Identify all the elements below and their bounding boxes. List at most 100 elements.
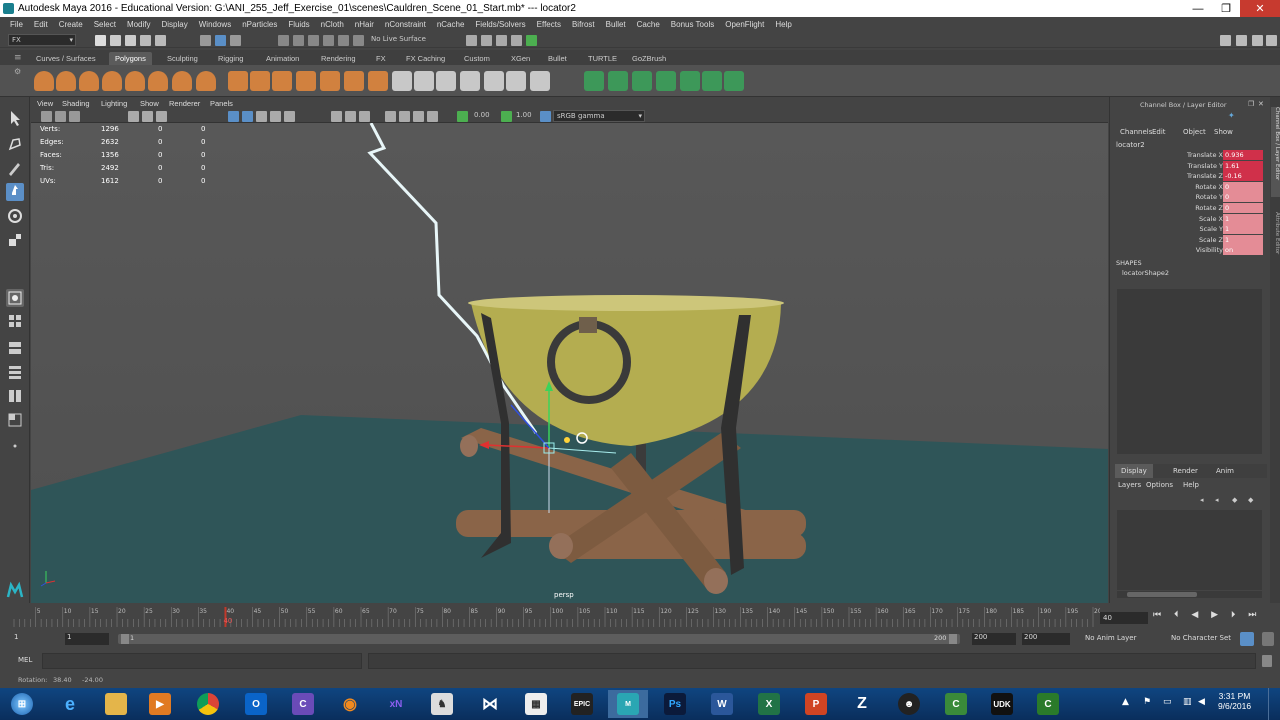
range-slider-end-handle[interactable] bbox=[949, 634, 957, 644]
channel-value-field[interactable]: 0 bbox=[1223, 203, 1263, 213]
tray-volume-icon[interactable]: ◀ bbox=[1198, 697, 1205, 707]
gamma-field[interactable]: 1.00 bbox=[513, 110, 537, 122]
viewport-menu-shading[interactable]: Shading bbox=[62, 99, 90, 108]
pipe-icon[interactable] bbox=[196, 71, 216, 91]
anti-aliasing-icon[interactable] bbox=[359, 111, 370, 122]
taskbar-outlook[interactable]: O bbox=[236, 690, 276, 718]
close-panel-icon[interactable]: ✕ bbox=[1258, 100, 1264, 108]
menu-openflight[interactable]: OpenFlight bbox=[725, 20, 764, 29]
select-camera-icon[interactable] bbox=[41, 111, 52, 122]
menu-nparticles[interactable]: nParticles bbox=[242, 20, 277, 29]
lasso-tool-icon[interactable] bbox=[6, 135, 24, 153]
taskbar-epic-games[interactable]: EPIC bbox=[562, 690, 602, 718]
extract-icon[interactable] bbox=[272, 71, 292, 91]
start-time-field[interactable]: 1 bbox=[14, 633, 18, 641]
viewport-menu-panels[interactable]: Panels bbox=[210, 99, 233, 108]
layer-move-up-icon[interactable]: ◂ bbox=[1200, 496, 1204, 504]
workspace-icon[interactable] bbox=[1220, 35, 1231, 46]
unfold-icon[interactable] bbox=[702, 71, 722, 91]
taskbar-visual-studio-code[interactable]: C bbox=[283, 690, 323, 718]
channel-box-menu-channels[interactable]: Channels bbox=[1120, 128, 1152, 136]
exposure-icon[interactable] bbox=[457, 111, 468, 122]
playback-end-field[interactable]: 200 bbox=[972, 633, 1016, 645]
taskbar-photoshop[interactable]: Ps bbox=[655, 690, 695, 718]
shelf-tab-custom[interactable]: Custom bbox=[458, 52, 496, 65]
torus-icon[interactable] bbox=[125, 71, 145, 91]
boolean-icon[interactable] bbox=[296, 71, 316, 91]
shelf-tab-rendering[interactable]: Rendering bbox=[315, 52, 362, 65]
reduce-icon[interactable] bbox=[344, 71, 364, 91]
menu-windows[interactable]: Windows bbox=[199, 20, 231, 29]
layer-tab-display[interactable]: Display bbox=[1115, 464, 1153, 478]
anim-prefs-icon[interactable] bbox=[1262, 632, 1274, 646]
menu-effects[interactable]: Effects bbox=[537, 20, 561, 29]
channel-box-menu-show[interactable]: Show bbox=[1214, 128, 1233, 136]
append-icon[interactable] bbox=[484, 71, 504, 91]
shelf-tab-fx-caching[interactable]: FX Caching bbox=[400, 52, 451, 65]
save-scene-icon[interactable] bbox=[125, 35, 136, 46]
shelf-tab-sculpting[interactable]: Sculpting bbox=[161, 52, 204, 65]
select-object-icon[interactable] bbox=[215, 35, 226, 46]
menu-bonus-tools[interactable]: Bonus Tools bbox=[671, 20, 714, 29]
layer-menu-options[interactable]: Options bbox=[1146, 481, 1173, 489]
minimize-button[interactable]: — bbox=[1184, 0, 1212, 17]
gamma-icon[interactable] bbox=[501, 111, 512, 122]
auto-key-icon[interactable] bbox=[1240, 632, 1254, 646]
snap-view-icon[interactable] bbox=[323, 35, 334, 46]
shelf-gear-icon[interactable]: ⚙ bbox=[14, 67, 21, 76]
shelf-tab-bullet[interactable]: Bullet bbox=[542, 52, 573, 65]
taskbar-camtasia[interactable]: C bbox=[936, 690, 976, 718]
viewport-menu-renderer[interactable]: Renderer bbox=[169, 99, 200, 108]
shelf-tab-fx[interactable]: FX bbox=[370, 52, 392, 65]
menu-ncloth[interactable]: nCloth bbox=[321, 20, 344, 29]
smooth-shade-icon[interactable] bbox=[242, 111, 253, 122]
taskbar-explorer[interactable] bbox=[96, 690, 136, 718]
current-frame-field[interactable]: 40 bbox=[1100, 612, 1148, 624]
undo-icon[interactable] bbox=[140, 35, 151, 46]
bevel-icon[interactable] bbox=[436, 71, 456, 91]
new-layer-icon[interactable]: ◆ bbox=[1232, 496, 1237, 504]
ipr-render-icon[interactable] bbox=[496, 35, 507, 46]
render-settings-icon[interactable] bbox=[466, 35, 477, 46]
scale-tool-icon[interactable] bbox=[6, 231, 24, 249]
maximize-button[interactable]: ❐ bbox=[1212, 0, 1240, 17]
taskbar-maya[interactable]: M bbox=[608, 690, 648, 718]
close-button[interactable]: ✕ bbox=[1240, 0, 1280, 17]
smooth-icon[interactable] bbox=[320, 71, 340, 91]
uv-editor-icon[interactable] bbox=[680, 71, 700, 91]
end-time-field[interactable]: 200 bbox=[1022, 633, 1070, 645]
motion-blur-icon[interactable] bbox=[345, 111, 356, 122]
script-language-toggle[interactable]: MEL bbox=[18, 656, 32, 664]
channel-value-field[interactable]: on bbox=[1223, 245, 1263, 256]
layer-menu-layers[interactable]: Layers bbox=[1118, 481, 1141, 489]
shelf-tab-polygons[interactable]: Polygons bbox=[109, 52, 152, 65]
tray-network-flag-icon[interactable]: ⚑ bbox=[1143, 697, 1151, 707]
tray-display-icon[interactable]: ▭ bbox=[1163, 697, 1172, 707]
film-gate-icon[interactable] bbox=[142, 111, 153, 122]
anim-layer-dropdown[interactable]: No Anim Layer bbox=[1085, 634, 1136, 642]
taskbar-chrome[interactable] bbox=[188, 690, 228, 718]
tool-settings-toggle-icon[interactable] bbox=[1252, 35, 1263, 46]
taskbar-excel[interactable]: X bbox=[749, 690, 789, 718]
shadows-icon[interactable] bbox=[284, 111, 295, 122]
tray-network-icon[interactable]: ▥ bbox=[1183, 697, 1192, 707]
rotate-tool-icon[interactable] bbox=[6, 207, 24, 225]
channel-box-tool-icon[interactable]: ✦ bbox=[1228, 111, 1235, 120]
xray-joints-icon[interactable] bbox=[413, 111, 424, 122]
lights-icon[interactable] bbox=[270, 111, 281, 122]
channel-box-menu-object[interactable]: Object bbox=[1183, 128, 1206, 136]
render-view-icon[interactable] bbox=[526, 35, 537, 46]
bridge-icon[interactable] bbox=[414, 71, 434, 91]
taskbar-powerpoint[interactable]: P bbox=[796, 690, 836, 718]
taskbar-xnormal[interactable]: xN bbox=[376, 690, 416, 718]
mirror-icon[interactable] bbox=[368, 71, 388, 91]
channel-value-field[interactable]: 1 bbox=[1223, 224, 1263, 235]
perspective-viewport[interactable]: persp bbox=[31, 123, 1108, 603]
open-scene-icon[interactable] bbox=[110, 35, 121, 46]
snap-surface-icon[interactable] bbox=[338, 35, 349, 46]
menu-fluids[interactable]: Fluids bbox=[288, 20, 309, 29]
color-management-icon[interactable] bbox=[540, 111, 551, 122]
snap-curve-icon[interactable] bbox=[293, 35, 304, 46]
menu-cache[interactable]: Cache bbox=[637, 20, 660, 29]
spherical-uv-icon[interactable] bbox=[632, 71, 652, 91]
